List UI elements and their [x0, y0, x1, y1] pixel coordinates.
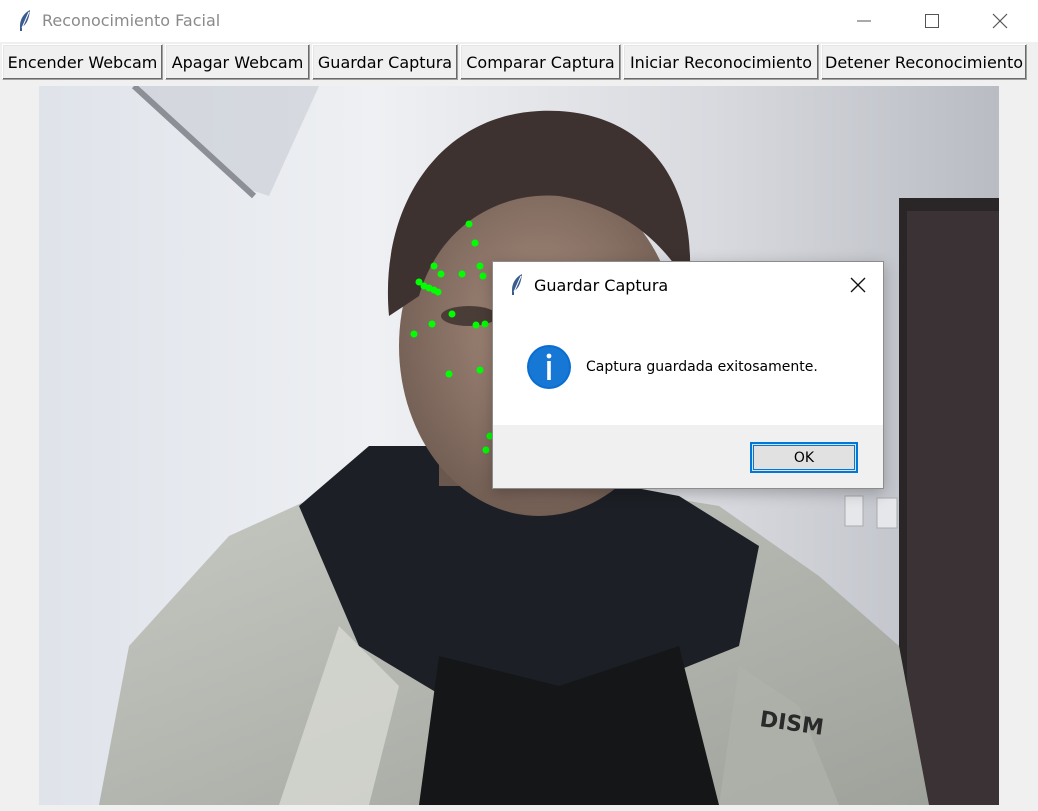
toolbar: Encender Webcam Apagar Webcam Guardar Ca…	[2, 44, 1029, 80]
comparar-captura-button[interactable]: Comparar Captura	[460, 44, 621, 80]
window-title: Reconocimiento Facial	[42, 11, 221, 30]
dialog-footer: OK	[493, 425, 883, 488]
ok-button-label: OK	[793, 449, 815, 466]
feather-icon	[20, 10, 30, 31]
minimize-button[interactable]	[830, 0, 898, 42]
dialog-title: Guardar Captura	[534, 276, 669, 295]
ok-button[interactable]: OK	[750, 442, 858, 473]
dialog-message: Captura guardada exitosamente.	[586, 359, 818, 375]
feather-icon	[512, 274, 522, 295]
maximize-button[interactable]	[898, 0, 966, 42]
minimize-icon	[857, 20, 871, 22]
dialog-close-button[interactable]	[841, 270, 875, 300]
close-button[interactable]	[966, 0, 1034, 42]
apagar-webcam-button[interactable]: Apagar Webcam	[165, 44, 310, 80]
app-window: Reconocimiento Facial Encender Webcam Ap…	[0, 0, 1038, 811]
close-icon	[850, 277, 866, 293]
maximize-icon	[925, 14, 939, 28]
detener-reconocimiento-button[interactable]: Detener Reconocimiento	[821, 44, 1027, 80]
guardar-captura-button[interactable]: Guardar Captura	[312, 44, 458, 80]
title-bar[interactable]: Reconocimiento Facial	[0, 0, 1038, 42]
iniciar-reconocimiento-button[interactable]: Iniciar Reconocimiento	[623, 44, 819, 80]
info-icon	[527, 345, 571, 389]
encender-webcam-button[interactable]: Encender Webcam	[2, 44, 163, 80]
save-capture-dialog: Guardar Captura Captura guardada exitosa…	[492, 261, 884, 489]
close-icon	[992, 13, 1008, 29]
